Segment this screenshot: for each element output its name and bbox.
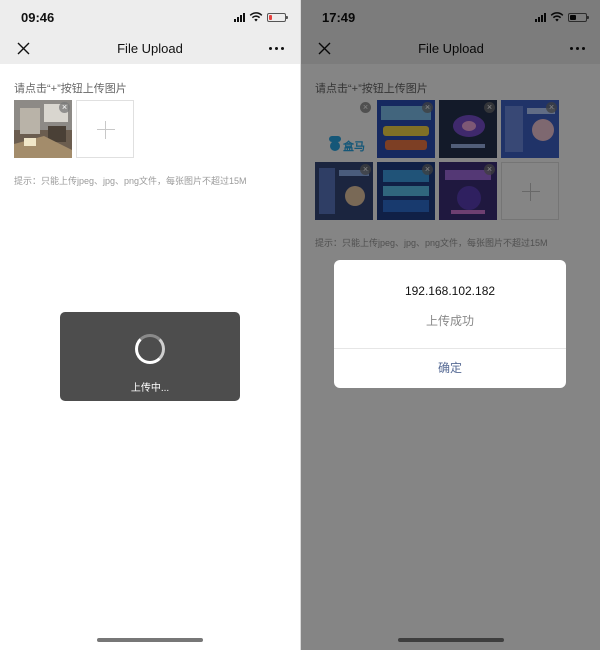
dialog-message: 上传成功 (425, 314, 474, 328)
loading-text: 上传中... (130, 383, 170, 394)
status-bar: 09:46 (0, 0, 300, 34)
loading-spinner-icon (135, 334, 165, 364)
status-time: 09:46 (21, 10, 55, 25)
loading-toast: 上传中... (60, 312, 240, 401)
nav-bar: File Upload (0, 34, 300, 64)
page-title: File Upload (117, 41, 183, 56)
image-grid: × (14, 100, 258, 158)
right-screen: 17:49 File Upload 请点击“+”按钮上传图片 盒马 × × × … (301, 0, 600, 650)
more-icon[interactable] (269, 47, 284, 50)
signal-icon (234, 12, 245, 22)
remove-image-icon[interactable]: × (59, 102, 70, 113)
success-dialog: 192.168.102.182 上传成功 确定 (334, 260, 566, 388)
upload-instruction: 请点击“+”按钮上传图片 (14, 83, 127, 95)
home-indicator[interactable] (97, 638, 203, 642)
battery-icon (267, 12, 288, 22)
wifi-icon (249, 12, 263, 22)
dialog-title: 192.168.102.182 (404, 284, 496, 298)
left-screen: 09:46 File Upload 请点击“+”按钮上传图片 × 提示：只能上传… (0, 0, 300, 650)
upload-tip: 提示：只能上传jpeg、jpg、png文件，每张图片不超过15M (14, 176, 247, 186)
uploaded-image[interactable]: × (14, 100, 72, 158)
confirm-button[interactable]: 确定 (334, 349, 566, 388)
add-image-button[interactable] (76, 100, 134, 158)
